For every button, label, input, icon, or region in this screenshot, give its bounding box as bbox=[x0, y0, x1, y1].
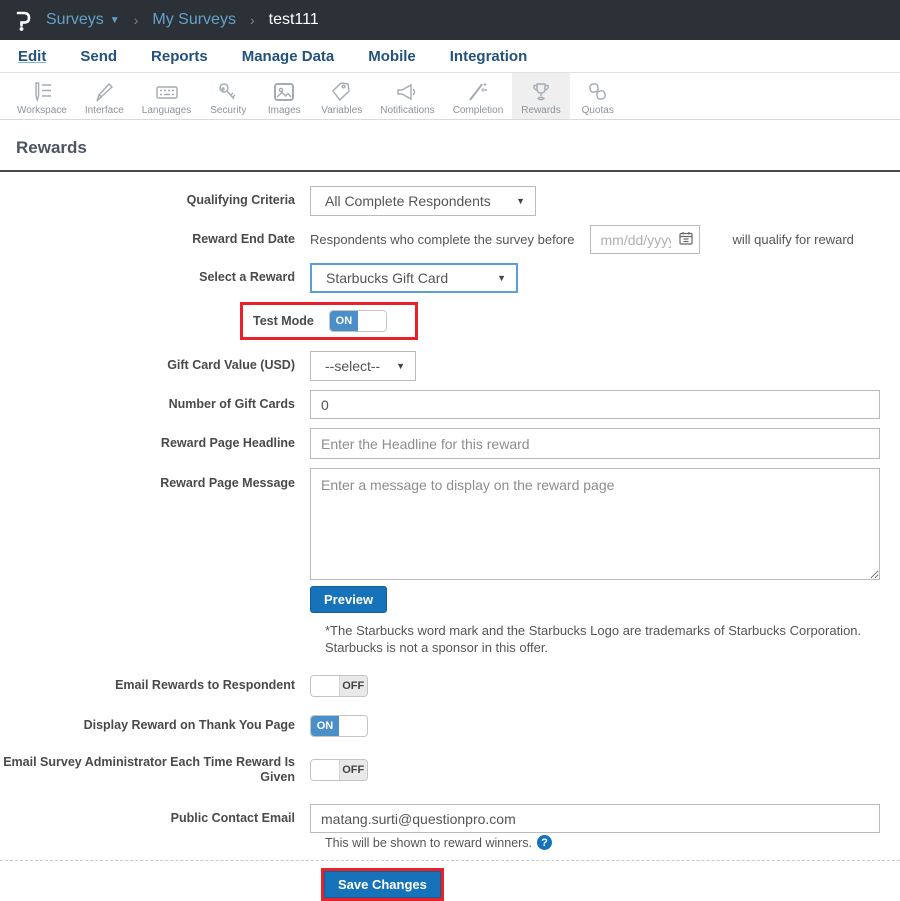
email-admin-toggle[interactable]: OFF bbox=[310, 759, 368, 782]
calendar-icon[interactable] bbox=[678, 231, 693, 250]
public-email-helper: This will be shown to reward winners. ? bbox=[325, 835, 900, 851]
email-admin-row: Email Survey Administrator Each Time Rew… bbox=[0, 755, 900, 786]
reward-end-date-label: Reward End Date bbox=[192, 231, 295, 246]
breadcrumb-separator-icon: › bbox=[133, 12, 139, 28]
security-icon bbox=[216, 81, 240, 105]
languages-icon bbox=[154, 81, 180, 105]
toolbar-item-notifications[interactable]: Notifications bbox=[371, 73, 443, 119]
message-label: Reward Page Message bbox=[160, 476, 295, 490]
test-mode-toggle[interactable]: ON bbox=[328, 310, 387, 332]
tab-send[interactable]: Send bbox=[80, 48, 117, 65]
toolbar-item-completion[interactable]: Completion bbox=[444, 73, 513, 119]
email-admin-label: Email Survey Administrator Each Time Rew… bbox=[3, 754, 295, 785]
test-mode-row: Test Mode ON bbox=[0, 302, 900, 340]
save-row: Save Changes bbox=[321, 868, 900, 901]
tab-mobile[interactable]: Mobile bbox=[368, 48, 416, 65]
chevron-down-icon: ▼ bbox=[396, 361, 405, 371]
message-textarea[interactable] bbox=[310, 468, 880, 580]
tab-manage-data[interactable]: Manage Data bbox=[242, 48, 335, 65]
toolbar-item-workspace[interactable]: Workspace bbox=[8, 73, 76, 119]
questionpro-logo-icon[interactable] bbox=[14, 8, 32, 32]
qualifying-criteria-label: Qualifying Criteria bbox=[186, 193, 295, 208]
tab-integration[interactable]: Integration bbox=[450, 48, 528, 65]
toolbar-item-quotas[interactable]: Quotas bbox=[570, 73, 626, 119]
num-gift-cards-input[interactable] bbox=[310, 390, 880, 419]
preview-row: Preview bbox=[0, 586, 900, 613]
breadcrumb-surveys[interactable]: Surveys ▼ bbox=[46, 11, 120, 29]
headline-input[interactable] bbox=[310, 428, 880, 459]
display-reward-toggle[interactable]: ON bbox=[310, 714, 368, 737]
tab-edit[interactable]: Edit bbox=[18, 48, 46, 65]
images-icon bbox=[272, 81, 296, 105]
select-reward-select[interactable]: Starbucks Gift Card ▼ bbox=[310, 263, 518, 293]
workspace-icon bbox=[30, 81, 54, 105]
test-mode-highlight-box: Test Mode ON bbox=[240, 302, 418, 340]
chevron-down-icon: ▼ bbox=[109, 14, 120, 26]
test-mode-label: Test Mode bbox=[253, 314, 314, 328]
gift-card-value-row: Gift Card Value (USD) --select-- ▼ bbox=[0, 351, 900, 381]
completion-icon bbox=[466, 81, 490, 105]
toolbar-item-languages[interactable]: Languages bbox=[133, 73, 201, 119]
email-rewards-toggle[interactable]: OFF bbox=[310, 674, 368, 697]
gift-card-value-label: Gift Card Value (USD) bbox=[167, 358, 295, 373]
save-changes-button[interactable]: Save Changes bbox=[324, 871, 441, 899]
message-row: Reward Page Message bbox=[0, 468, 900, 580]
quotas-icon bbox=[586, 81, 610, 105]
public-email-row: Public Contact Email bbox=[0, 804, 900, 834]
variables-icon bbox=[330, 81, 354, 105]
page-title: Rewards bbox=[16, 138, 87, 157]
chevron-down-icon: ▼ bbox=[516, 196, 525, 206]
interface-icon bbox=[92, 81, 116, 105]
dashed-divider bbox=[0, 860, 900, 862]
display-reward-row: Display Reward on Thank You Page ON bbox=[0, 714, 900, 737]
qualifying-criteria-row: Qualifying Criteria All Complete Respond… bbox=[0, 186, 900, 216]
toolbar-item-rewards[interactable]: Rewards bbox=[512, 73, 570, 119]
starbucks-disclaimer: *The Starbucks word mark and the Starbuc… bbox=[325, 623, 862, 655]
toolbar-item-images[interactable]: Images bbox=[256, 73, 312, 119]
breadcrumb-separator-icon: › bbox=[249, 12, 255, 28]
public-email-input[interactable] bbox=[310, 804, 880, 834]
rewards-trophy-icon bbox=[529, 81, 553, 105]
public-email-label: Public Contact Email bbox=[170, 810, 295, 825]
headline-row: Reward Page Headline bbox=[0, 428, 900, 459]
edit-icon-toolbar: Workspace Interface Languages Security I… bbox=[0, 73, 900, 120]
top-bar: Surveys ▼ › My Surveys › test111 bbox=[0, 0, 900, 40]
preview-button[interactable]: Preview bbox=[310, 586, 388, 613]
headline-label: Reward Page Headline bbox=[160, 435, 295, 450]
tab-reports[interactable]: Reports bbox=[151, 48, 208, 65]
select-reward-row: Select a Reward Starbucks Gift Card ▼ bbox=[0, 263, 900, 293]
reward-end-date-after-text: will qualify for reward bbox=[732, 232, 854, 247]
select-reward-label: Select a Reward bbox=[199, 270, 295, 285]
qualifying-criteria-select[interactable]: All Complete Respondents ▼ bbox=[310, 186, 536, 216]
email-rewards-label: Email Rewards to Respondent bbox=[115, 677, 295, 692]
email-rewards-row: Email Rewards to Respondent OFF bbox=[0, 674, 900, 697]
reward-end-date-before-text: Respondents who complete the survey befo… bbox=[310, 232, 575, 247]
chevron-down-icon: ▼ bbox=[497, 273, 506, 283]
main-nav-tabs: Edit Send Reports Manage Data Mobile Int… bbox=[0, 40, 900, 73]
rewards-form: Qualifying Criteria All Complete Respond… bbox=[0, 172, 900, 901]
gift-card-value-select[interactable]: --select-- ▼ bbox=[310, 351, 416, 381]
num-gift-cards-label: Number of Gift Cards bbox=[168, 396, 295, 411]
help-icon[interactable]: ? bbox=[537, 835, 553, 851]
toolbar-item-variables[interactable]: Variables bbox=[312, 73, 371, 119]
save-highlight-box: Save Changes bbox=[321, 868, 444, 901]
display-reward-label: Display Reward on Thank You Page bbox=[83, 717, 295, 732]
breadcrumb-survey-name: test111 bbox=[268, 11, 319, 28]
notifications-icon bbox=[394, 81, 420, 105]
breadcrumb-my-surveys[interactable]: My Surveys bbox=[152, 11, 236, 29]
toolbar-item-security[interactable]: Security bbox=[200, 73, 256, 119]
page-header: Rewards bbox=[0, 120, 900, 172]
toolbar-item-interface[interactable]: Interface bbox=[76, 73, 133, 119]
num-gift-cards-row: Number of Gift Cards bbox=[0, 390, 900, 419]
reward-end-date-row: Reward End Date Respondents who complete… bbox=[0, 225, 900, 254]
